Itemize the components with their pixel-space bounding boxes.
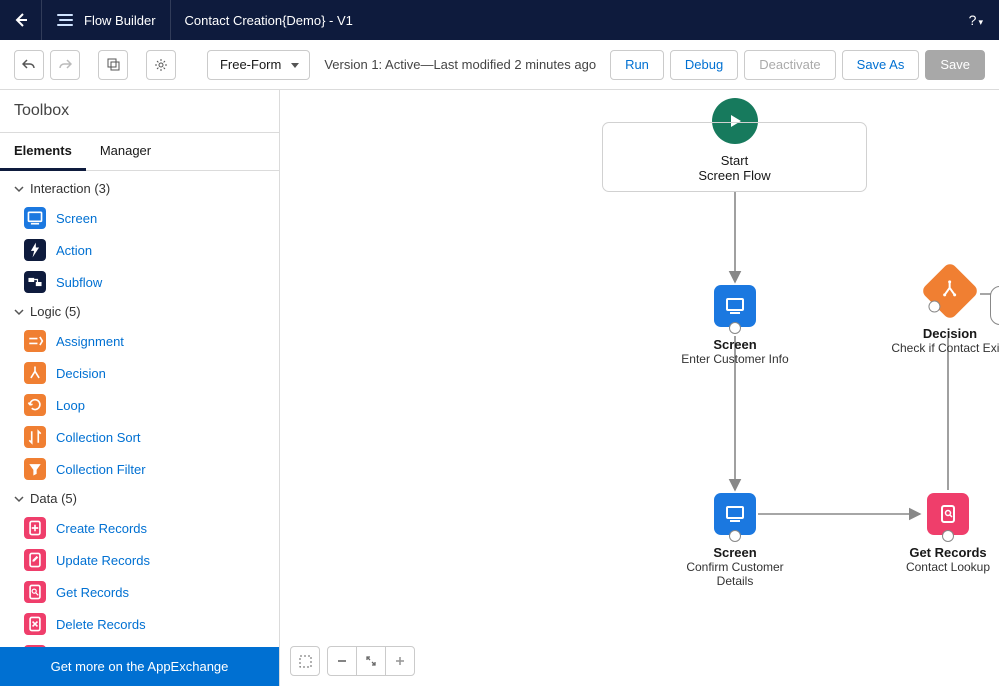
toolbox-item[interactable]: Delete Records [0,608,279,640]
subflow-icon [24,271,46,293]
toolbox-item[interactable]: Assignment [0,325,279,357]
app-logo-section: Flow Builder [42,0,171,40]
debug-button[interactable]: Debug [670,50,738,80]
flow-canvas[interactable]: Start Screen Flow Screen Enter Customer … [280,90,999,686]
delete-icon [24,613,46,635]
start-title: Start [603,153,866,168]
edge-label-contact-not-found: Contact Not Found [990,286,999,325]
node-confirm-customer-details[interactable]: Screen Confirm Customer Details [680,493,790,588]
save-button[interactable]: Save [925,50,985,80]
chevron-down-icon [14,307,24,317]
filter-icon [24,458,46,480]
toolbox-item-label: Action [56,243,92,258]
toolbox-item[interactable]: Get Records [0,576,279,608]
toolbox-item[interactable]: Action [0,234,279,266]
help-button[interactable]: ?▾ [953,12,999,28]
toolbox-item[interactable]: Collection Filter [0,453,279,485]
layout-mode-dropdown[interactable]: Free-Form [207,50,310,80]
create-icon [24,517,46,539]
chevron-down-icon: ▾ [978,17,983,27]
tab-elements[interactable]: Elements [0,133,86,171]
toolbox-title: Toolbox [0,90,279,132]
toolbox-item-label: Loop [56,398,85,413]
assign-icon [24,330,46,352]
toolbox-item-label: Get Records [56,585,129,600]
screen-icon [24,207,46,229]
toolbox-item[interactable]: Update Records [0,544,279,576]
flow-builder-icon [56,11,74,29]
zoom-out-button[interactable] [327,646,357,676]
screen-icon [714,285,756,327]
appexchange-button[interactable]: Get more on the AppExchange [0,647,279,686]
group-header[interactable]: Interaction (3) [0,175,279,202]
sort-icon [24,426,46,448]
redo-button[interactable] [50,50,80,80]
get-records-icon [927,493,969,535]
save-as-button[interactable]: Save As [842,50,920,80]
screen-icon [714,493,756,535]
chevron-down-icon [14,494,24,504]
version-text: Version 1: Active—Last modified 2 minute… [324,57,596,72]
undo-button[interactable] [14,50,44,80]
group-header[interactable]: Data (5) [0,485,279,512]
toolbox-item-label: Create Records [56,521,147,536]
bolt-icon [24,239,46,261]
flow-title: Contact Creation{Demo} - V1 [171,13,367,28]
start-node[interactable]: Start Screen Flow [602,122,867,192]
zoom-in-button[interactable] [385,646,415,676]
update-icon [24,549,46,571]
decision-icon [920,261,979,320]
toolbox-item[interactable]: Decision [0,357,279,389]
node-get-records[interactable]: Get Records Contact Lookup [898,493,998,574]
toolbox-item[interactable]: Screen [0,202,279,234]
tab-manager[interactable]: Manager [86,133,165,170]
toolbox-sidebar: Toolbox Elements Manager Interaction (3)… [0,90,280,686]
deactivate-button: Deactivate [744,50,835,80]
toolbox-item-label: Update Records [56,553,150,568]
toolbox-item[interactable]: Collection Sort [0,421,279,453]
settings-button[interactable] [146,50,176,80]
toolbox-item[interactable]: Subflow [0,266,279,298]
toolbox-item-label: Collection Filter [56,462,146,477]
toolbox-item-label: Assignment [56,334,124,349]
decision-icon [24,362,46,384]
start-subtitle: Screen Flow [603,168,866,183]
toolbox-item-label: Collection Sort [56,430,141,445]
back-button[interactable] [0,0,42,40]
node-decision[interactable]: Decision Check if Contact Exist [885,270,999,355]
chevron-down-icon [14,184,24,194]
run-button[interactable]: Run [610,50,664,80]
toolbox-item[interactable]: Loop [0,389,279,421]
toolbox-item-label: Subflow [56,275,102,290]
copy-button[interactable] [98,50,128,80]
toolbox-item-label: Decision [56,366,106,381]
toolbox-item-label: Delete Records [56,617,146,632]
get-icon [24,581,46,603]
toolbox-item[interactable]: Roll Back Records [0,640,279,647]
select-tool-button[interactable] [290,646,320,676]
node-enter-customer-info[interactable]: Screen Enter Customer Info [680,285,790,366]
toolbox-item[interactable]: Create Records [0,512,279,544]
toolbox-item-label: Screen [56,211,97,226]
group-header[interactable]: Logic (5) [0,298,279,325]
loop-icon [24,394,46,416]
fit-button[interactable] [356,646,386,676]
app-name: Flow Builder [84,13,156,28]
